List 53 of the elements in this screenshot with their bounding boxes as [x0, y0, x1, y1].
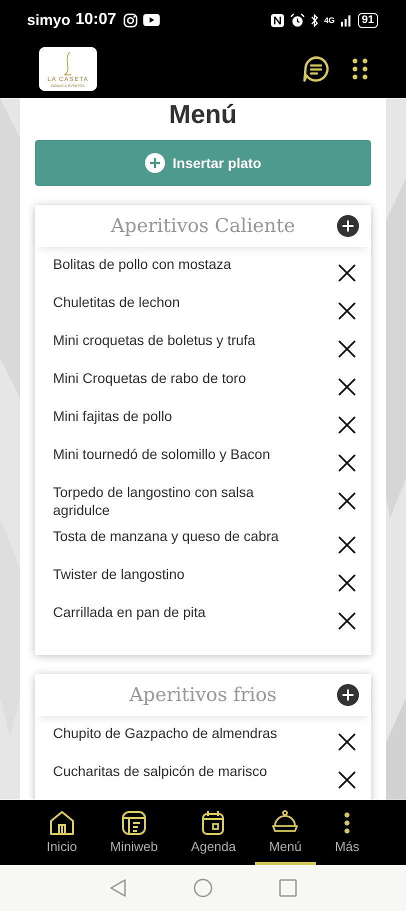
- dish-name: Twister de langostino: [53, 565, 185, 583]
- chat-icon[interactable]: [302, 55, 330, 83]
- dish-name: Tosta de manzana y queso de cabra: [53, 527, 279, 545]
- network-label: 4G: [324, 16, 335, 24]
- recents-icon[interactable]: [279, 879, 297, 897]
- script-letter-icon: [63, 51, 73, 77]
- camera-icon: [123, 12, 138, 28]
- close-icon[interactable]: [337, 339, 357, 359]
- close-icon[interactable]: [337, 453, 357, 473]
- close-icon[interactable]: [337, 415, 357, 435]
- dish-name: Carrillada en pan de pita: [53, 603, 206, 621]
- battery-level: 91: [358, 12, 378, 28]
- close-icon[interactable]: [337, 263, 357, 283]
- dish-name: Mini Croquetas de rabo de toro: [53, 369, 246, 387]
- browser-window-icon: [120, 808, 148, 836]
- nav-tab[interactable]: Más: [320, 800, 374, 865]
- dish-name: Mini fajitas de pollo: [53, 407, 172, 425]
- dish-name: Chupito de Gazpacho de almendras: [53, 724, 278, 742]
- close-icon[interactable]: [337, 535, 357, 555]
- close-icon[interactable]: [337, 573, 357, 593]
- play-icon: [143, 14, 160, 26]
- dish-name: Cucharitas de salpicón de marisco: [53, 762, 267, 780]
- dish-name: Torpedo de langostino con salsa agridulce: [53, 483, 255, 519]
- close-icon[interactable]: [337, 770, 357, 790]
- plus-icon: [144, 153, 165, 173]
- nav-tab[interactable]: Miniweb: [96, 800, 172, 865]
- clock-time: 10:07: [75, 11, 116, 29]
- dish-name: Mini croquetas de boletus y trufa: [53, 331, 256, 349]
- add-icon[interactable]: [337, 215, 359, 237]
- dish-name: Bolitas de pollo con mostaza: [53, 255, 232, 273]
- close-icon[interactable]: [337, 611, 357, 631]
- close-icon[interactable]: [337, 491, 357, 511]
- nfc-icon: [270, 12, 286, 28]
- house-icon: [48, 808, 76, 836]
- more-icon: [344, 812, 350, 834]
- close-icon[interactable]: [337, 732, 357, 752]
- close-icon[interactable]: [337, 301, 357, 321]
- page-title: Menú: [168, 98, 238, 130]
- alarm-icon: [290, 12, 306, 28]
- bluetooth-icon: [310, 12, 320, 28]
- dish-name: Mini tournedó de solomillo y Bacon: [53, 445, 270, 463]
- back-icon[interactable]: [109, 878, 127, 898]
- signal-icon: [340, 13, 353, 27]
- carrier-name: simyo: [27, 12, 70, 28]
- dish-name: Chuletitas de lechon: [53, 293, 180, 311]
- grid-dots-icon[interactable]: [352, 58, 368, 80]
- section-title: Aperitivos Caliente: [110, 215, 296, 237]
- section-title: Aperitivos frios: [129, 684, 277, 706]
- add-icon[interactable]: [337, 684, 359, 706]
- nav-tab[interactable]: Agenda: [177, 800, 250, 865]
- nav-tab[interactable]: Inicio: [32, 800, 91, 865]
- home-icon[interactable]: [193, 878, 213, 898]
- close-icon[interactable]: [337, 377, 357, 397]
